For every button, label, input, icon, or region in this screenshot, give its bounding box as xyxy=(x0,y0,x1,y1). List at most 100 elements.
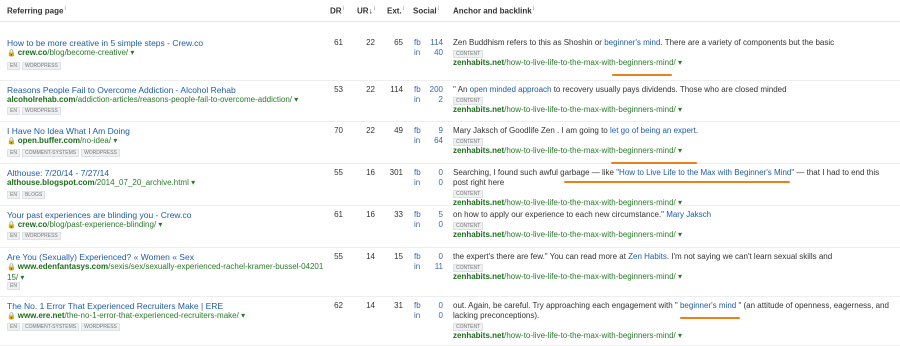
linkedin-shares[interactable]: in 64 xyxy=(414,136,443,146)
linkedin-count: 0 xyxy=(438,178,443,187)
page-tags: EN COMMENT-SYSTEMS WORDPRESS xyxy=(7,149,122,157)
facebook-shares[interactable]: fb 5 xyxy=(414,210,443,220)
backlink-domain-link[interactable]: zenhabits.net xyxy=(453,105,504,114)
backlink-path-link[interactable]: /how-to-live-life-to-the-max-with-beginn… xyxy=(504,58,676,67)
referring-path-link[interactable]: /blog/become-creative/ xyxy=(47,48,128,57)
referring-path-link[interactable]: /addiction-articles/reasons-people-fail-… xyxy=(75,95,292,104)
referring-page-title-link[interactable]: How to be more creative in 5 simple step… xyxy=(7,38,203,48)
anchor-text-after: . There are a variety of components but … xyxy=(660,38,835,47)
ur-value: 22 xyxy=(366,85,375,94)
facebook-count: 0 xyxy=(438,252,443,261)
tag-badge: EN xyxy=(7,149,20,157)
sort-down-icon: ↓ xyxy=(368,6,373,16)
chevron-down-icon[interactable]: ▾ xyxy=(156,220,162,229)
chevron-down-icon[interactable]: ▾ xyxy=(676,105,682,114)
linkedin-shares[interactable]: in 0 xyxy=(414,178,443,188)
header-ext-label: Ext. xyxy=(387,6,402,16)
referring-page-title-link[interactable]: The No. 1 Error That Experienced Recruit… xyxy=(7,301,223,311)
chevron-down-icon[interactable]: ▾ xyxy=(676,146,682,155)
header-referring-page[interactable]: Referring pagei xyxy=(7,6,66,16)
ext-value: 114 xyxy=(390,85,403,94)
backlink-domain-link[interactable]: zenhabits.net xyxy=(453,146,504,155)
linkedin-shares[interactable]: in 0 xyxy=(414,220,443,230)
anchor-text-after: . I'm not saying we can't learn sexual s… xyxy=(666,252,833,261)
referring-path-link[interactable]: /sexis/sex/sexually-experienced-rachel-k… xyxy=(108,262,323,271)
facebook-shares[interactable]: fb 0 xyxy=(414,252,443,262)
anchor-link[interactable]: open minded approach xyxy=(470,85,552,94)
linkedin-shares[interactable]: in 40 xyxy=(414,48,443,58)
referring-page-url: 🔒 www.ere.net/the-no-1-error-that-experie… xyxy=(7,311,327,322)
dr-value: 55 xyxy=(334,168,343,177)
linkedin-label: in xyxy=(414,220,421,229)
referring-domain-link[interactable]: crew.co xyxy=(18,48,48,57)
anchor-link[interactable]: "How to Live Life to the Max with Beginn… xyxy=(616,168,794,177)
referring-page-title-link[interactable]: I Have No Idea What I Am Doing xyxy=(7,126,130,136)
ext-value: 301 xyxy=(389,168,403,177)
backlink-path-link[interactable]: /how-to-live-life-to-the-max-with-beginn… xyxy=(504,331,676,340)
backlink-path-link[interactable]: /how-to-live-life-to-the-max-with-beginn… xyxy=(504,146,676,155)
anchor-text-after: to recovery usually pays dividends. Thos… xyxy=(551,85,787,94)
header-anchor[interactable]: Anchor and backlinki xyxy=(453,6,534,16)
header-ext[interactable]: Ext.i xyxy=(387,6,404,16)
referring-domain-link[interactable]: althouse.blogspot.com xyxy=(7,178,95,187)
referring-page-title-link[interactable]: Your past experiences are blinding you -… xyxy=(7,210,191,220)
referring-domain-link[interactable]: www.ere.net xyxy=(18,311,65,320)
linkedin-shares[interactable]: in 11 xyxy=(414,262,443,272)
chevron-down-icon[interactable]: ▾ xyxy=(18,273,24,282)
dr-value: 55 xyxy=(334,252,343,261)
chevron-down-icon[interactable]: ▾ xyxy=(239,311,245,320)
chevron-down-icon[interactable]: ▾ xyxy=(676,272,682,281)
backlink-domain-link[interactable]: zenhabits.net xyxy=(453,331,504,340)
tag-badge: EN xyxy=(7,282,20,290)
anchor-link[interactable]: Mary Jaksch xyxy=(666,210,711,219)
facebook-shares[interactable]: fb 114 xyxy=(414,38,443,48)
referring-path-link[interactable]: /blog/past-experience-blinding/ xyxy=(47,220,156,229)
content-tag: CONTENT xyxy=(453,190,484,198)
backlink-domain-link[interactable]: zenhabits.net xyxy=(453,230,504,239)
linkedin-count: 40 xyxy=(434,48,443,57)
referring-path-link[interactable]: /no-idea/ xyxy=(80,136,111,145)
page-tags: EN WORDPRESS xyxy=(7,107,63,115)
anchor-link[interactable]: let go of being an expert xyxy=(610,126,696,135)
chevron-down-icon[interactable]: ▾ xyxy=(128,48,134,57)
backlink-domain-link[interactable]: zenhabits.net xyxy=(453,58,504,67)
anchor-and-backlink: the expert's there are few." You can rea… xyxy=(453,252,893,282)
referring-path-link[interactable]: /2014_07_20_archive.html xyxy=(95,178,189,187)
backlink-domain-link[interactable]: zenhabits.net xyxy=(453,272,504,281)
chevron-down-icon[interactable]: ▾ xyxy=(676,230,682,239)
social-counts: fb 200 in 2 xyxy=(414,85,443,105)
backlink-path-link[interactable]: /how-to-live-life-to-the-max-with-beginn… xyxy=(504,105,676,114)
chevron-down-icon[interactable]: ▾ xyxy=(676,58,682,67)
facebook-shares[interactable]: fb 0 xyxy=(414,168,443,178)
header-dr[interactable]: DRi xyxy=(330,6,344,16)
referring-page-title-link[interactable]: Althouse: 7/20/14 - 7/27/14 xyxy=(7,168,109,178)
referring-domain-link[interactable]: www.edenfantasys.com xyxy=(18,262,108,271)
linkedin-label: in xyxy=(414,178,421,187)
linkedin-shares[interactable]: in 0 xyxy=(414,311,443,321)
backlink-path-link[interactable]: /how-to-live-life-to-the-max-with-beginn… xyxy=(504,230,676,239)
anchor-link[interactable]: beginner's mind xyxy=(680,301,736,310)
referring-path-link[interactable]: /the-no-1-error-that-experienced-recruit… xyxy=(65,311,239,320)
referring-page-title-link[interactable]: Reasons People Fail to Overcome Addictio… xyxy=(7,85,236,95)
chevron-down-icon[interactable]: ▾ xyxy=(189,178,195,187)
referring-domain-link[interactable]: alcoholrehab.com xyxy=(7,95,75,104)
facebook-shares[interactable]: fb 0 xyxy=(414,301,443,311)
ur-value: 14 xyxy=(366,301,375,310)
content-tag: CONTENT xyxy=(453,222,484,230)
referring-path-link-cont[interactable]: 15/ xyxy=(7,273,18,282)
referring-domain-link[interactable]: crew.co xyxy=(18,220,48,229)
referring-page-title-link[interactable]: Are You (Sexually) Experienced? « Women … xyxy=(7,252,194,262)
chevron-down-icon[interactable]: ▾ xyxy=(676,331,682,340)
referring-domain-link[interactable]: open.buffer.com xyxy=(18,136,80,145)
chevron-down-icon[interactable]: ▾ xyxy=(111,136,117,145)
facebook-shares[interactable]: fb 200 xyxy=(414,85,443,95)
anchor-link[interactable]: Zen Habits xyxy=(628,252,667,261)
backlink-path-link[interactable]: /how-to-live-life-to-the-max-with-beginn… xyxy=(504,272,676,281)
linkedin-shares[interactable]: in 2 xyxy=(414,95,443,105)
header-social[interactable]: Sociali xyxy=(413,6,439,16)
anchor-link[interactable]: beginner's mind xyxy=(604,38,660,47)
header-ur[interactable]: UR↓i xyxy=(357,6,375,16)
chevron-down-icon[interactable]: ▾ xyxy=(292,95,298,104)
facebook-shares[interactable]: fb 9 xyxy=(414,126,443,136)
page-tags: EN BLOGS xyxy=(7,191,47,199)
